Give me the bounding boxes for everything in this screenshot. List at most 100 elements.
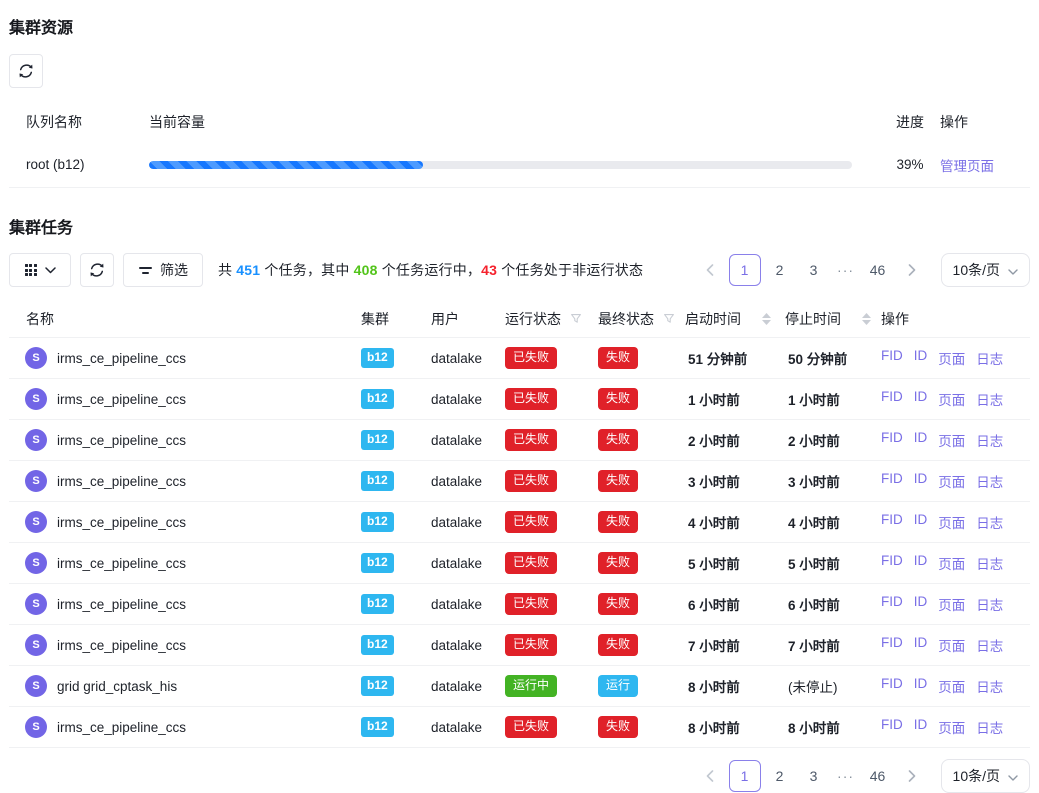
cluster-resources-title: 集群资源 [9,14,1030,38]
cluster-badge: b12 [361,389,394,408]
pagination-page-3[interactable]: 3 [799,761,829,791]
pagination-next-button[interactable] [897,255,927,285]
manage-page-link[interactable]: 管理页面 [940,159,994,174]
action-id-link[interactable]: ID [914,594,928,614]
action-fid-link[interactable]: FID [881,553,903,573]
task-user: datalake [431,351,505,366]
filter-button[interactable]: 筛选 [123,253,203,287]
pagination: 123···46 10条/页 [695,759,1030,793]
action-fid-link[interactable]: FID [881,430,903,450]
table-row: S irms_ce_pipeline_ccs b12 datalake 已失败 … [9,461,1030,502]
cluster-badge: b12 [361,594,394,613]
column-stop-time[interactable]: 停止时间 [785,309,881,329]
action-log-link[interactable]: 日志 [976,389,1003,409]
action-fid-link[interactable]: FID [881,635,903,655]
action-page-link[interactable]: 页面 [938,471,965,491]
start-time: 5 小时前 [685,553,785,573]
resources-table-row: root (b12) 39% 管理页面 [9,142,1030,188]
action-log-link[interactable]: 日志 [976,635,1003,655]
action-log-link[interactable]: 日志 [976,430,1003,450]
action-id-link[interactable]: ID [914,471,928,491]
action-log-link[interactable]: 日志 [976,348,1003,368]
resources-table-header: 队列名称 当前容量 进度 操作 [9,102,1030,142]
action-id-link[interactable]: ID [914,676,928,696]
column-start-time[interactable]: 启动时间 [685,309,785,329]
sort-icon[interactable] [762,313,771,325]
action-page-link[interactable]: 页面 [938,430,965,450]
column-settings-button[interactable] [9,253,71,287]
pagination-page-1[interactable]: 1 [729,760,761,792]
filter-funnel-icon[interactable] [663,313,675,325]
action-log-link[interactable]: 日志 [976,512,1003,532]
summary-count-blue: 451 [236,262,260,278]
run-status-badge: 已失败 [505,552,557,573]
action-page-link[interactable]: 页面 [938,389,965,409]
row-actions: FID ID 页面日志 [881,594,1030,614]
action-id-link[interactable]: ID [914,389,928,409]
pagination-page-2[interactable]: 2 [765,761,795,791]
pagination-page-46[interactable]: 46 [863,255,893,285]
action-id-link[interactable]: ID [914,635,928,655]
summary-count-red: 43 [481,262,497,278]
row-actions: FID ID 页面日志 [881,389,1030,409]
avatar: S [25,388,47,410]
action-fid-link[interactable]: FID [881,389,903,409]
pagination-prev-button[interactable] [695,255,725,285]
action-id-link[interactable]: ID [914,430,928,450]
pagination-pages: 123···46 [729,254,893,286]
action-id-link[interactable]: ID [914,553,928,573]
row-actions: FID ID 页面日志 [881,430,1030,450]
action-log-link[interactable]: 日志 [976,594,1003,614]
action-fid-link[interactable]: FID [881,676,903,696]
resources-refresh-button[interactable] [9,54,43,88]
action-page-link[interactable]: 页面 [938,553,965,573]
pagination-page-2[interactable]: 2 [765,255,795,285]
pagination-prev-button[interactable] [695,761,725,791]
action-id-link[interactable]: ID [914,717,928,737]
filter-funnel-icon[interactable] [570,313,582,325]
action-log-link[interactable]: 日志 [976,471,1003,491]
action-fid-link[interactable]: FID [881,594,903,614]
stop-time: (未停止) [785,676,881,696]
column-user: 用户 [431,309,505,329]
pagination-page-1[interactable]: 1 [729,254,761,286]
action-page-link[interactable]: 页面 [938,676,965,696]
action-page-link[interactable]: 页面 [938,717,965,737]
action-fid-link[interactable]: FID [881,512,903,532]
pagination-page-3[interactable]: 3 [799,255,829,285]
pagination-page-46[interactable]: 46 [863,761,893,791]
page-size-select[interactable]: 10条/页 [941,253,1030,287]
action-page-link[interactable]: 页面 [938,348,965,368]
cluster-badge: b12 [361,676,394,695]
action-page-link[interactable]: 页面 [938,512,965,532]
cluster-tasks-title: 集群任务 [9,214,1030,238]
column-final-status[interactable]: 最终状态 [598,309,685,329]
task-summary: 共 451 个任务，其中 408 个任务运行中，43 个任务处于非运行状态 [218,260,643,280]
avatar: S [25,716,47,738]
final-status-badge: 失败 [598,511,638,532]
stop-time: 1 小时前 [785,389,881,409]
action-fid-link[interactable]: FID [881,348,903,368]
cluster-badge: b12 [361,471,394,490]
start-time: 1 小时前 [685,389,785,409]
chevron-down-icon [1008,768,1018,784]
tasks-table: 名称 集群 用户 运行状态 最终状态 启动时间 [9,301,1030,748]
action-id-link[interactable]: ID [914,512,928,532]
action-log-link[interactable]: 日志 [976,717,1003,737]
action-page-link[interactable]: 页面 [938,594,965,614]
pagination-next-button[interactable] [897,761,927,791]
final-status-badge: 失败 [598,347,638,368]
action-fid-link[interactable]: FID [881,471,903,491]
action-page-link[interactable]: 页面 [938,635,965,655]
sort-icon[interactable] [862,313,871,325]
task-name: irms_ce_pipeline_ccs [57,597,186,612]
row-actions: FID ID 页面日志 [881,512,1030,532]
cluster-badge: b12 [361,348,394,367]
page-size-select[interactable]: 10条/页 [941,759,1030,793]
action-id-link[interactable]: ID [914,348,928,368]
action-fid-link[interactable]: FID [881,717,903,737]
action-log-link[interactable]: 日志 [976,553,1003,573]
column-run-status[interactable]: 运行状态 [505,309,598,329]
tasks-refresh-button[interactable] [80,253,114,287]
action-log-link[interactable]: 日志 [976,676,1003,696]
